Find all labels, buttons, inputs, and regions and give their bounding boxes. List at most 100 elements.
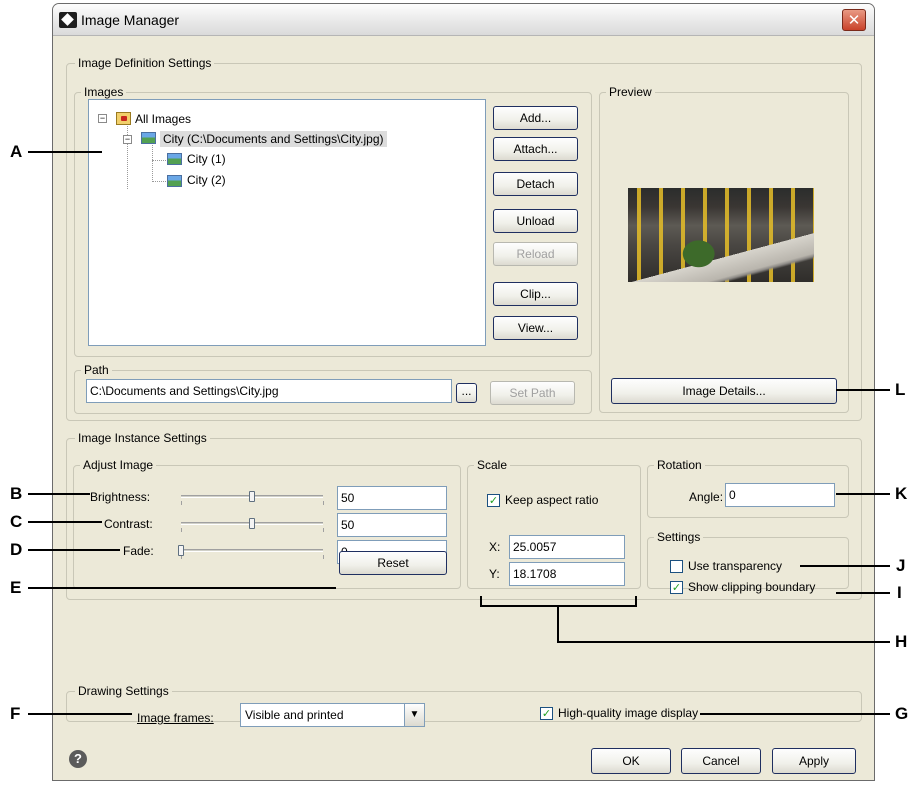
brightness-field[interactable]: 50	[337, 486, 447, 510]
apply-button[interactable]: Apply	[772, 748, 856, 774]
keep-aspect-label: Keep aspect ratio	[505, 493, 599, 507]
callout-d-line	[28, 549, 120, 551]
attach-button-label: Attach...	[513, 142, 558, 156]
images-tree[interactable]: − All Images − City (C:\Documents and Se…	[88, 99, 486, 346]
scale-label: Scale	[474, 458, 511, 472]
collapse-icon[interactable]: −	[98, 114, 107, 123]
browse-path-label: ...	[461, 384, 472, 398]
brightness-slider-thumb[interactable]	[249, 491, 255, 502]
callout-k: K	[895, 484, 908, 503]
tree-item-all-images[interactable]: All Images	[135, 112, 191, 126]
fade-slider-thumb[interactable]	[178, 545, 184, 556]
callout-a-line	[28, 151, 102, 153]
tree-connector	[152, 160, 166, 161]
contrast-label: Contrast:	[104, 517, 153, 531]
fade-label: Fade:	[123, 544, 154, 558]
tree-item-city-1[interactable]: City (1)	[187, 152, 226, 166]
slider-tick	[181, 528, 182, 532]
tree-connector	[152, 181, 166, 182]
callout-h-line	[557, 641, 890, 643]
detach-button[interactable]: Detach	[493, 172, 578, 196]
callout-l: L	[895, 380, 906, 399]
chevron-down-icon[interactable]: ▼	[404, 704, 424, 726]
angle-label: Angle:	[689, 490, 724, 504]
clip-button[interactable]: Clip...	[493, 282, 578, 306]
image-frames-value: Visible and printed	[245, 708, 344, 722]
unload-button[interactable]: Unload	[493, 209, 578, 233]
ok-button-label: OK	[622, 754, 640, 768]
path-field[interactable]: C:\Documents and Settings\City.jpg	[86, 379, 452, 403]
callout-d: D	[10, 540, 23, 559]
use-transparency-label: Use transparency	[688, 559, 783, 573]
image-instance-icon	[167, 153, 182, 165]
attach-button[interactable]: Attach...	[493, 137, 578, 161]
high-quality-checkbox[interactable]: ✓	[540, 707, 553, 720]
preview-image	[628, 188, 814, 282]
cancel-button[interactable]: Cancel	[681, 748, 761, 774]
callout-f: F	[10, 704, 21, 723]
clip-button-label: Clip...	[520, 287, 551, 301]
image-details-button[interactable]: Image Details...	[611, 378, 837, 404]
keep-aspect-checkbox[interactable]: ✓	[487, 494, 500, 507]
add-button[interactable]: Add...	[493, 106, 578, 130]
adjust-image-label: Adjust Image	[80, 458, 157, 472]
callout-j: J	[896, 556, 906, 575]
slider-tick	[323, 528, 324, 532]
unload-button-label: Unload	[516, 214, 555, 228]
ok-button[interactable]: OK	[591, 748, 671, 774]
scale-x-field[interactable]: 25.0057	[509, 535, 625, 559]
view-button[interactable]: View...	[493, 316, 578, 340]
path-label: Path	[81, 363, 112, 377]
tree-item-city-image[interactable]: City (C:\Documents and Settings\City.jpg…	[160, 131, 387, 147]
image-instance-label: Image Instance Settings	[75, 431, 210, 445]
image-file-icon	[141, 132, 156, 144]
close-button[interactable]: ✕	[842, 9, 866, 31]
slider-tick	[181, 501, 182, 505]
callout-b-line	[28, 493, 90, 495]
cancel-button-label: Cancel	[702, 754, 740, 768]
set-path-button[interactable]: Set Path	[490, 381, 575, 405]
settings-label: Settings	[654, 530, 704, 544]
callout-g: G	[895, 704, 909, 723]
app-icon	[59, 12, 77, 28]
image-frames-select[interactable]: Visible and printed ▼	[240, 703, 425, 727]
images-label: Images	[81, 85, 127, 99]
callout-a: A	[10, 142, 23, 161]
collapse-icon[interactable]: −	[123, 135, 132, 144]
scale-x-label: X:	[489, 540, 501, 554]
image-instance-icon	[167, 175, 182, 187]
contrast-slider-thumb[interactable]	[249, 518, 255, 529]
dialog-title: Image Manager	[81, 12, 180, 28]
all-images-folder-icon	[116, 112, 131, 125]
preview-label: Preview	[606, 85, 655, 99]
callout-j-line	[800, 565, 890, 567]
help-icon[interactable]: ?	[69, 750, 87, 768]
reset-button[interactable]: Reset	[339, 551, 447, 575]
tree-connector	[152, 140, 153, 182]
callout-c-line	[28, 521, 102, 523]
tree-item-city-2[interactable]: City (2)	[187, 173, 226, 187]
browse-path-button[interactable]: ...	[456, 383, 477, 403]
image-definition-label: Image Definition Settings	[75, 56, 215, 70]
add-button-label: Add...	[519, 111, 552, 125]
brightness-label: Brightness:	[90, 490, 151, 504]
callout-i-line	[836, 592, 890, 594]
title-bar[interactable]: Image Manager ✕	[53, 4, 874, 36]
rotation-label: Rotation	[654, 458, 705, 472]
contrast-field[interactable]: 50	[337, 513, 447, 537]
image-frames-label: Image frames:	[137, 711, 214, 725]
show-clipping-checkbox[interactable]: ✓	[670, 581, 683, 594]
reload-button[interactable]: Reload	[493, 242, 578, 266]
callout-l-line	[836, 389, 890, 391]
callout-e: E	[10, 578, 22, 597]
scale-y-field[interactable]: 18.1708	[509, 562, 625, 586]
high-quality-label: High-quality image display	[558, 706, 699, 720]
slider-tick	[323, 501, 324, 505]
angle-field[interactable]: 0	[725, 483, 835, 507]
show-clipping-label: Show clipping boundary	[688, 580, 816, 594]
fade-track[interactable]	[181, 549, 323, 552]
image-manager-dialog: Image Manager ✕ Image Definition Setting…	[52, 3, 875, 781]
tree-connector	[127, 119, 128, 189]
callout-h: H	[895, 632, 908, 651]
use-transparency-checkbox[interactable]	[670, 560, 683, 573]
